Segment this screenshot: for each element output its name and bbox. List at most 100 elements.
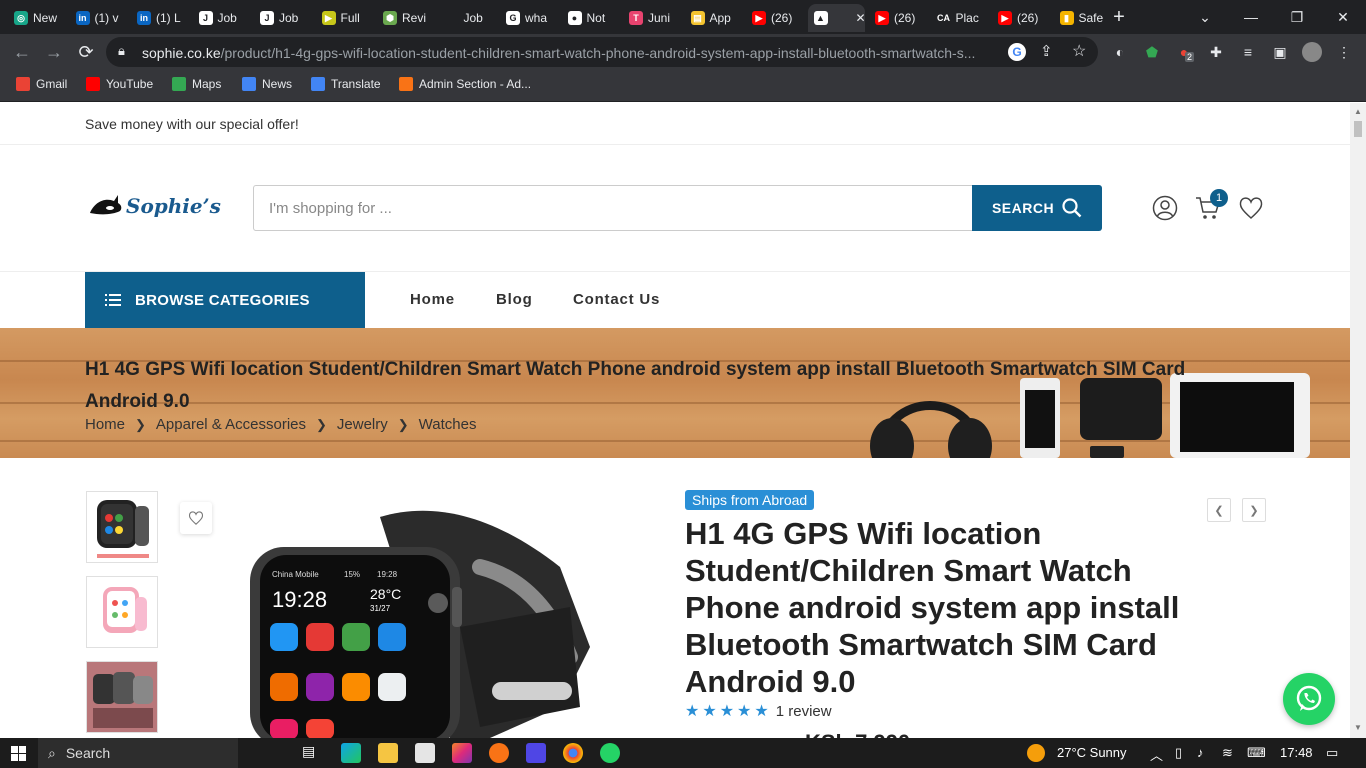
browser-tab[interactable]: ▶ (26) <box>869 4 927 32</box>
product-main-image[interactable]: China Mobile 15% 19:28 19:28 28°C 31/27 <box>230 507 610 738</box>
google-lens-icon[interactable]: G <box>1008 43 1026 61</box>
site-logo[interactable]: Sophie’s <box>88 191 221 221</box>
share-icon[interactable]: ⇪ <box>1040 42 1053 60</box>
search-icon <box>1062 198 1082 218</box>
volume-icon[interactable]: ♪ <box>1197 745 1204 760</box>
breadcrumb-item[interactable]: Apparel & Accessories <box>156 416 306 433</box>
tab-favicon-icon: CA <box>936 11 951 25</box>
breadcrumb-item[interactable]: Jewelry <box>337 416 388 433</box>
browser-tab[interactable]: Job <box>439 4 497 32</box>
media-queue-icon[interactable]: ≡ <box>1238 42 1258 62</box>
previous-product-button[interactable]: ❮ <box>1207 498 1231 522</box>
scroll-up-arrow-icon[interactable]: ▲ <box>1354 107 1362 116</box>
bookmark-item[interactable]: Admin Section - Ad... <box>399 77 531 91</box>
bookmark-label: Admin Section - Ad... <box>419 77 532 91</box>
scroll-down-arrow-icon[interactable]: ▼ <box>1354 723 1362 732</box>
task-view-icon[interactable]: ▤ <box>302 743 322 763</box>
profile-avatar[interactable] <box>1302 42 1322 62</box>
close-tab-icon[interactable]: ✕ <box>856 11 866 25</box>
edge-icon[interactable] <box>341 743 361 763</box>
browser-tab[interactable]: J Job <box>193 4 251 32</box>
scrollbar-thumb[interactable] <box>1354 121 1362 137</box>
search-input[interactable]: I'm shopping for ... <box>253 185 973 231</box>
review-count-link[interactable]: 1 review <box>776 703 832 720</box>
forward-arrow-icon[interactable]: → <box>42 40 66 64</box>
browser-tab[interactable]: ▶ (26) <box>746 4 804 32</box>
browser-tab[interactable]: ▲ ✕ <box>807 4 866 32</box>
new-tab-plus-icon[interactable]: + <box>1096 0 1142 34</box>
browser-tab[interactable]: CA Plac <box>931 4 989 32</box>
bookmark-item[interactable]: Translate <box>311 77 381 91</box>
bookmark-item[interactable]: YouTube <box>86 77 153 91</box>
browser-tab[interactable]: ▤ App <box>685 4 743 32</box>
back-arrow-icon[interactable]: ← <box>10 40 34 64</box>
keyboard-icon[interactable]: ⌨ <box>1247 745 1266 761</box>
nav-link-blog[interactable]: Blog <box>496 291 533 308</box>
browser-tab[interactable]: ⬢ Revi <box>377 4 435 32</box>
extension-icon[interactable]: ◐ <box>1110 42 1130 62</box>
add-to-wishlist-button[interactable] <box>180 502 212 534</box>
product-thumbnail[interactable] <box>86 661 158 733</box>
tab-title: Not <box>586 11 606 25</box>
browse-categories-button[interactable]: BROWSE CATEGORIES <box>85 272 365 328</box>
browser-tab[interactable]: ▶ Full <box>316 4 374 32</box>
browser-tab[interactable]: ◎ New <box>8 4 66 32</box>
page-scrollbar[interactable]: ▲ ▼ <box>1350 103 1366 738</box>
account-icon[interactable] <box>1152 195 1178 221</box>
bookmark-item[interactable]: Maps <box>172 77 221 91</box>
product-thumbnail[interactable] <box>86 576 158 648</box>
wishlist-heart-icon[interactable] <box>1238 195 1264 221</box>
reload-icon[interactable]: ⟳ <box>74 40 98 64</box>
whatsapp-taskbar-icon[interactable] <box>600 743 620 763</box>
chrome-icon[interactable] <box>563 743 583 763</box>
browser-tab[interactable]: ● Not <box>562 4 620 32</box>
windows-start-icon[interactable] <box>11 746 26 761</box>
whatsapp-chat-button[interactable] <box>1283 673 1335 725</box>
wifi-icon[interactable]: ≋ <box>1222 745 1233 761</box>
breadcrumb-item[interactable]: Watches <box>419 416 477 433</box>
search-button[interactable]: SEARCH <box>972 185 1102 231</box>
file-explorer-icon[interactable] <box>378 743 398 763</box>
minimize-window-icon[interactable]: — <box>1228 0 1274 34</box>
product-thumbnail[interactable] <box>86 491 158 563</box>
nav-link-home[interactable]: Home <box>410 291 455 308</box>
bookmark-label: Translate <box>331 77 381 91</box>
clock-text[interactable]: 17:48 <box>1280 745 1313 760</box>
tray-overflow-icon[interactable]: ︿ <box>1150 745 1163 764</box>
weather-sun-icon[interactable] <box>1027 744 1045 762</box>
browser-tab[interactable]: ▶ (26) <box>992 4 1050 32</box>
breadcrumb-item[interactable]: Home <box>85 416 125 433</box>
bookmark-item[interactable]: News <box>242 77 292 91</box>
browser-tab[interactable]: T Juni <box>623 4 681 32</box>
tab-favicon-icon <box>444 11 459 25</box>
notifications-icon[interactable]: ▭ <box>1326 745 1338 761</box>
promo-bar: Save money with our special offer! <box>0 103 1350 145</box>
restore-window-icon[interactable]: ❐ <box>1274 0 1320 34</box>
browser-tab[interactable]: J Job <box>254 4 312 32</box>
weather-text[interactable]: 27°C Sunny <box>1057 745 1127 760</box>
bookmark-item[interactable]: Gmail <box>16 77 67 91</box>
browser-tab[interactable]: in (1) v <box>70 4 128 32</box>
browse-categories-label: BROWSE CATEGORIES <box>135 291 310 309</box>
browser-tab[interactable]: Gwha <box>500 4 558 32</box>
address-bar[interactable]: 🔒︎ sophie.co.ke/product/h1-4g-gps-wifi-l… <box>106 37 1098 67</box>
instagram-icon[interactable] <box>452 743 472 763</box>
notification-extension-icon[interactable]: ● 2 <box>1174 42 1195 62</box>
browser-menu-icon[interactable]: ⋮ <box>1334 42 1354 62</box>
product-rating[interactable]: ★ ★ ★ ★ ★ 1 review <box>685 701 832 721</box>
tray-app-icon[interactable]: ▯ <box>1175 745 1182 761</box>
tab-search-chevron-icon[interactable]: ⌄ <box>1182 0 1228 34</box>
bookmark-star-icon[interactable]: ☆ <box>1072 41 1086 61</box>
taskbar-search-box[interactable]: ⌕ Search <box>38 738 238 768</box>
media-app-icon[interactable] <box>526 743 546 763</box>
store-icon[interactable] <box>415 743 435 763</box>
tab-favicon-icon: ▶ <box>998 11 1012 25</box>
side-panel-icon[interactable]: ▣ <box>1270 42 1290 62</box>
shield-extension-icon[interactable]: ⬟ <box>1142 42 1162 62</box>
nav-link-contact[interactable]: Contact Us <box>573 291 660 308</box>
browser-tab[interactable]: in (1) L <box>131 4 189 32</box>
next-product-button[interactable]: ❯ <box>1242 498 1266 522</box>
search-app-icon[interactable] <box>489 743 509 763</box>
puzzle-extensions-icon[interactable]: ✚ <box>1206 42 1226 62</box>
close-window-icon[interactable]: ✕ <box>1320 0 1366 34</box>
